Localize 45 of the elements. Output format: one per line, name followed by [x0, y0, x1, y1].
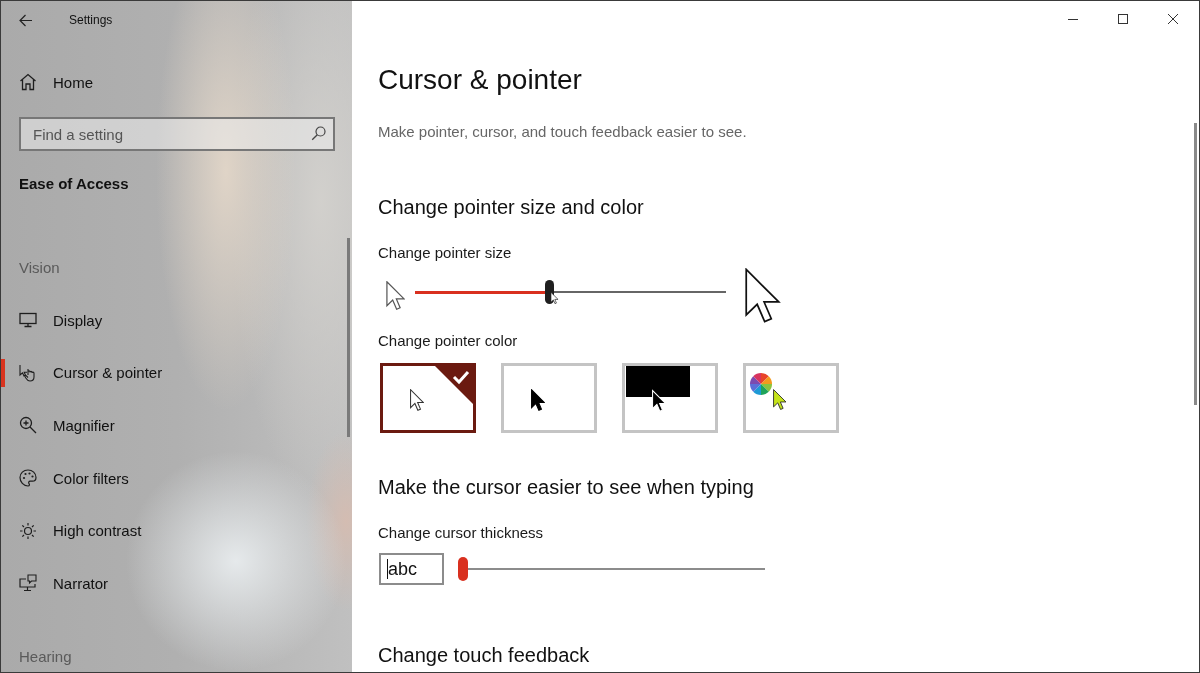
- home-icon: [19, 73, 37, 91]
- setting-label: Change pointer size: [378, 243, 512, 263]
- pointer-icon: [531, 389, 545, 411]
- color-wheel-pointer-icon: [750, 373, 787, 410]
- category-title: Ease of Access: [18, 174, 130, 194]
- page-title: Cursor & pointer: [378, 63, 582, 97]
- close-icon: [1168, 14, 1178, 24]
- scrollbar-thumb[interactable]: [1194, 123, 1197, 405]
- maximize-icon: [1118, 14, 1128, 24]
- monitor-speech-icon: [19, 574, 37, 593]
- group-heading: Hearing: [18, 646, 73, 667]
- small-pointer-icon: [386, 280, 405, 310]
- nav-item[interactable]: High contrast: [1, 504, 352, 557]
- nav-item[interactable]: Display: [1, 294, 352, 347]
- search-field[interactable]: Find a setting: [19, 117, 335, 151]
- pointer-color-option[interactable]: [380, 363, 476, 433]
- monitor-icon: [19, 311, 37, 330]
- pointer-hand-icon: [19, 363, 37, 382]
- page-description: Make pointer, cursor, and touch feedback easier to see.: [378, 122, 747, 142]
- section-heading: Make the cursor easier to see when typing: [378, 475, 754, 500]
- checkmark-icon: [435, 366, 473, 404]
- nav-item[interactable]: Home: [1, 62, 352, 102]
- minimize-icon: [1068, 18, 1078, 20]
- large-pointer-icon: [744, 267, 781, 323]
- slider-thumb[interactable]: [458, 557, 468, 581]
- nav-item[interactable]: Cursor & pointer: [1, 346, 352, 400]
- cursor-preview-field: abc: [379, 553, 444, 585]
- mouse-pointer-icon: [549, 292, 559, 304]
- pointer-icon: [410, 389, 424, 411]
- group-heading: Vision: [18, 258, 61, 278]
- back-arrow-icon: [19, 13, 33, 27]
- nav-item[interactable]: Color filters: [1, 451, 352, 505]
- section-heading: Change pointer size and color: [378, 195, 644, 220]
- sun-icon: [19, 521, 37, 540]
- setting-label: Change pointer color: [378, 331, 518, 351]
- nav-item[interactable]: Magnifier: [1, 399, 352, 452]
- nav-item[interactable]: Narrator: [1, 556, 352, 610]
- setting-label: Change cursor thickness: [378, 523, 544, 543]
- scrollbar-thumb[interactable]: [347, 238, 350, 437]
- zoom-in-icon: [19, 416, 37, 435]
- section-heading: Change touch feedback: [378, 643, 590, 668]
- inverted-pointer-icon: [626, 366, 690, 412]
- window-title: Settings: [69, 13, 113, 27]
- palette-icon: [19, 469, 37, 488]
- search-icon: [311, 126, 326, 141]
